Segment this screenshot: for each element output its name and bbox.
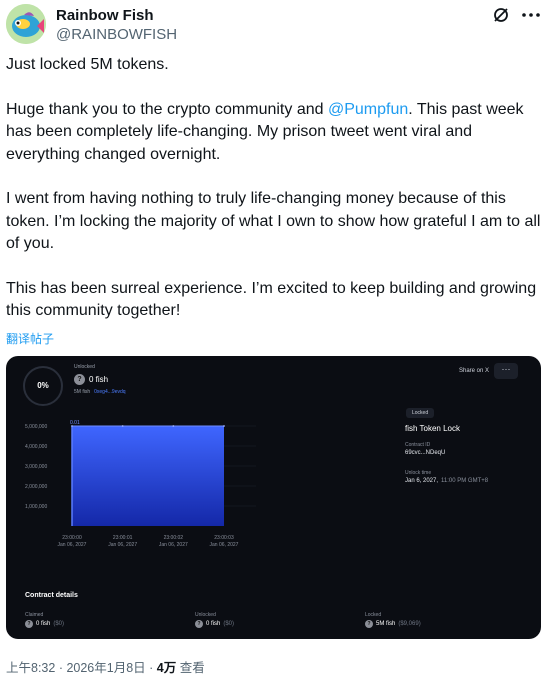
- chart-xtick-time: 23:00:01: [113, 535, 133, 541]
- unlock-progress-ring: 0%: [23, 366, 63, 406]
- unlock-clock: 11:00 PM GMT+8: [441, 478, 489, 484]
- contract-id-label: Contract ID: [405, 442, 431, 448]
- grok-icon[interactable]: [492, 6, 510, 24]
- claimed-label: Claimed: [25, 612, 44, 618]
- locked-stat-usd: ($9,069): [398, 621, 421, 627]
- unlocked-stat-value: 0 fish: [206, 621, 221, 627]
- token-address-link[interactable]: 0xeg4...9evdq: [94, 389, 125, 395]
- claimed-stat: Claimed ? 0 fish ($0): [25, 612, 175, 634]
- chart-xtick-date: Jan 06, 2027: [58, 542, 87, 548]
- lock-chart: 5,000,000 4,000,000 3,000,000 2,000,000 1,00…: [6, 406, 266, 556]
- contract-id-value[interactable]: 69cvc...NDeqU: [405, 450, 445, 456]
- unlocked-stat-label: Unlocked: [195, 612, 216, 618]
- tweet-paragraph: I went from having nothing to truly life…: [6, 190, 541, 252]
- tweet-date[interactable]: 2026年1月8日: [66, 661, 145, 675]
- token-icon: ?: [365, 620, 373, 628]
- tweet-text-span: Huge thank you to the crypto community a…: [6, 100, 328, 118]
- tweet-header: Rainbow Fish @RAINBOWFISH: [6, 4, 544, 44]
- locked-stat-value: 5M fish: [376, 621, 396, 627]
- unlock-percent: 0%: [37, 381, 49, 390]
- lock-details-panel: Locked fish Token Lock Contract ID 69cvc…: [396, 404, 536, 504]
- chart-xtick-date: Jan 06, 2027: [210, 542, 239, 548]
- chart-ytick-label: 2,000,000: [25, 484, 47, 490]
- chart-point-label: 0.01: [70, 420, 80, 426]
- token-lock-card[interactable]: 0% Unlocked ? 0 fish 5M fish 0xeg4...9evd…: [6, 356, 541, 639]
- unlocked-stat: Unlocked ? 0 fish ($0): [195, 612, 345, 634]
- meta-separator: ·: [55, 661, 67, 675]
- chart-area: [72, 426, 224, 526]
- chart-xtick-time: 23:00:03: [214, 535, 234, 541]
- mention-link[interactable]: @Pumpfun: [328, 101, 408, 118]
- unlock-date: Jan 6, 2027,: [405, 478, 439, 484]
- chart-point: [121, 425, 124, 427]
- author-display-name[interactable]: Rainbow Fish: [56, 7, 154, 24]
- unlocked-amount: ? 0 fish: [74, 372, 108, 386]
- chart-xtick-time: 23:00:00: [62, 535, 82, 541]
- chart-ytick-label: 3,000,000: [25, 464, 47, 470]
- unlock-time-value: Jan 6, 2027, 11:00 PM GMT+8: [405, 478, 488, 484]
- unlock-time-label: Unlock time: [405, 470, 432, 476]
- more-icon[interactable]: [520, 6, 542, 24]
- tweet-paragraph: This has been surreal experience. I’m ex…: [6, 279, 537, 320]
- claimed-value: 0 fish: [36, 621, 51, 627]
- tweet-paragraph: Just locked 5M tokens.: [6, 56, 169, 73]
- chart-xtick-date: Jan 06, 2027: [159, 542, 188, 548]
- tweet-time[interactable]: 上午8:32: [6, 661, 55, 675]
- chart-ytick-label: 5,000,000: [25, 424, 47, 430]
- locked-stat-label: Locked: [365, 612, 382, 618]
- contract-details-title: Contract details: [25, 592, 78, 599]
- author-handle[interactable]: @RAINBOWFISH: [56, 26, 177, 43]
- chart-ytick-label: 1,000,000: [25, 504, 47, 510]
- chart-point: [223, 425, 225, 427]
- tweet-paragraph: Huge thank you to the crypto community a…: [6, 99, 546, 167]
- meta-separator: ·: [145, 661, 157, 675]
- total-line: 5M fish 0xeg4...9evdq: [74, 389, 126, 395]
- unlocked-stat-usd: ($0): [223, 621, 235, 627]
- total-amount: 5M fish: [74, 389, 91, 395]
- lock-title: fish Token Lock: [405, 424, 460, 433]
- token-icon: ?: [74, 373, 85, 385]
- unlocked-amount-value: 0 fish: [89, 374, 109, 384]
- chart-xtick-date: Jan 06, 2027: [108, 542, 137, 548]
- unlocked-label: Unlocked: [74, 364, 95, 370]
- lock-chart-svg: 5,000,000 4,000,000 3,000,000 2,000,000 1,00…: [25, 420, 256, 548]
- claimed-usd: ($0): [53, 621, 65, 627]
- share-menu-button[interactable]: ···: [494, 363, 518, 379]
- unlocked-stat-row: ? 0 fish ($0): [195, 620, 234, 628]
- tweet-text: Just locked 5M tokens. Huge thank you to…: [6, 54, 546, 323]
- token-icon: ?: [195, 620, 203, 628]
- translate-post-link[interactable]: 翻译帖子: [6, 330, 54, 347]
- share-on-x-label[interactable]: Share on X: [459, 368, 489, 374]
- chart-point: [172, 425, 175, 427]
- view-count: 4万: [156, 661, 177, 675]
- token-icon: ?: [25, 620, 33, 628]
- chart-ytick-label: 4,000,000: [25, 444, 47, 450]
- locked-stat: Locked ? 5M fish ($9,069): [365, 612, 515, 634]
- claimed-value-row: ? 0 fish ($0): [25, 620, 64, 628]
- tweet-meta: 上午8:32 · 2026年1月8日 · 4万 查看: [6, 657, 205, 676]
- locked-stat-row: ? 5M fish ($9,069): [365, 620, 421, 628]
- chart-xtick-time: 23:00:02: [164, 535, 184, 541]
- view-suffix: 查看: [176, 661, 205, 675]
- fish-avatar-icon[interactable]: [6, 4, 46, 44]
- locked-badge: Locked: [406, 408, 435, 418]
